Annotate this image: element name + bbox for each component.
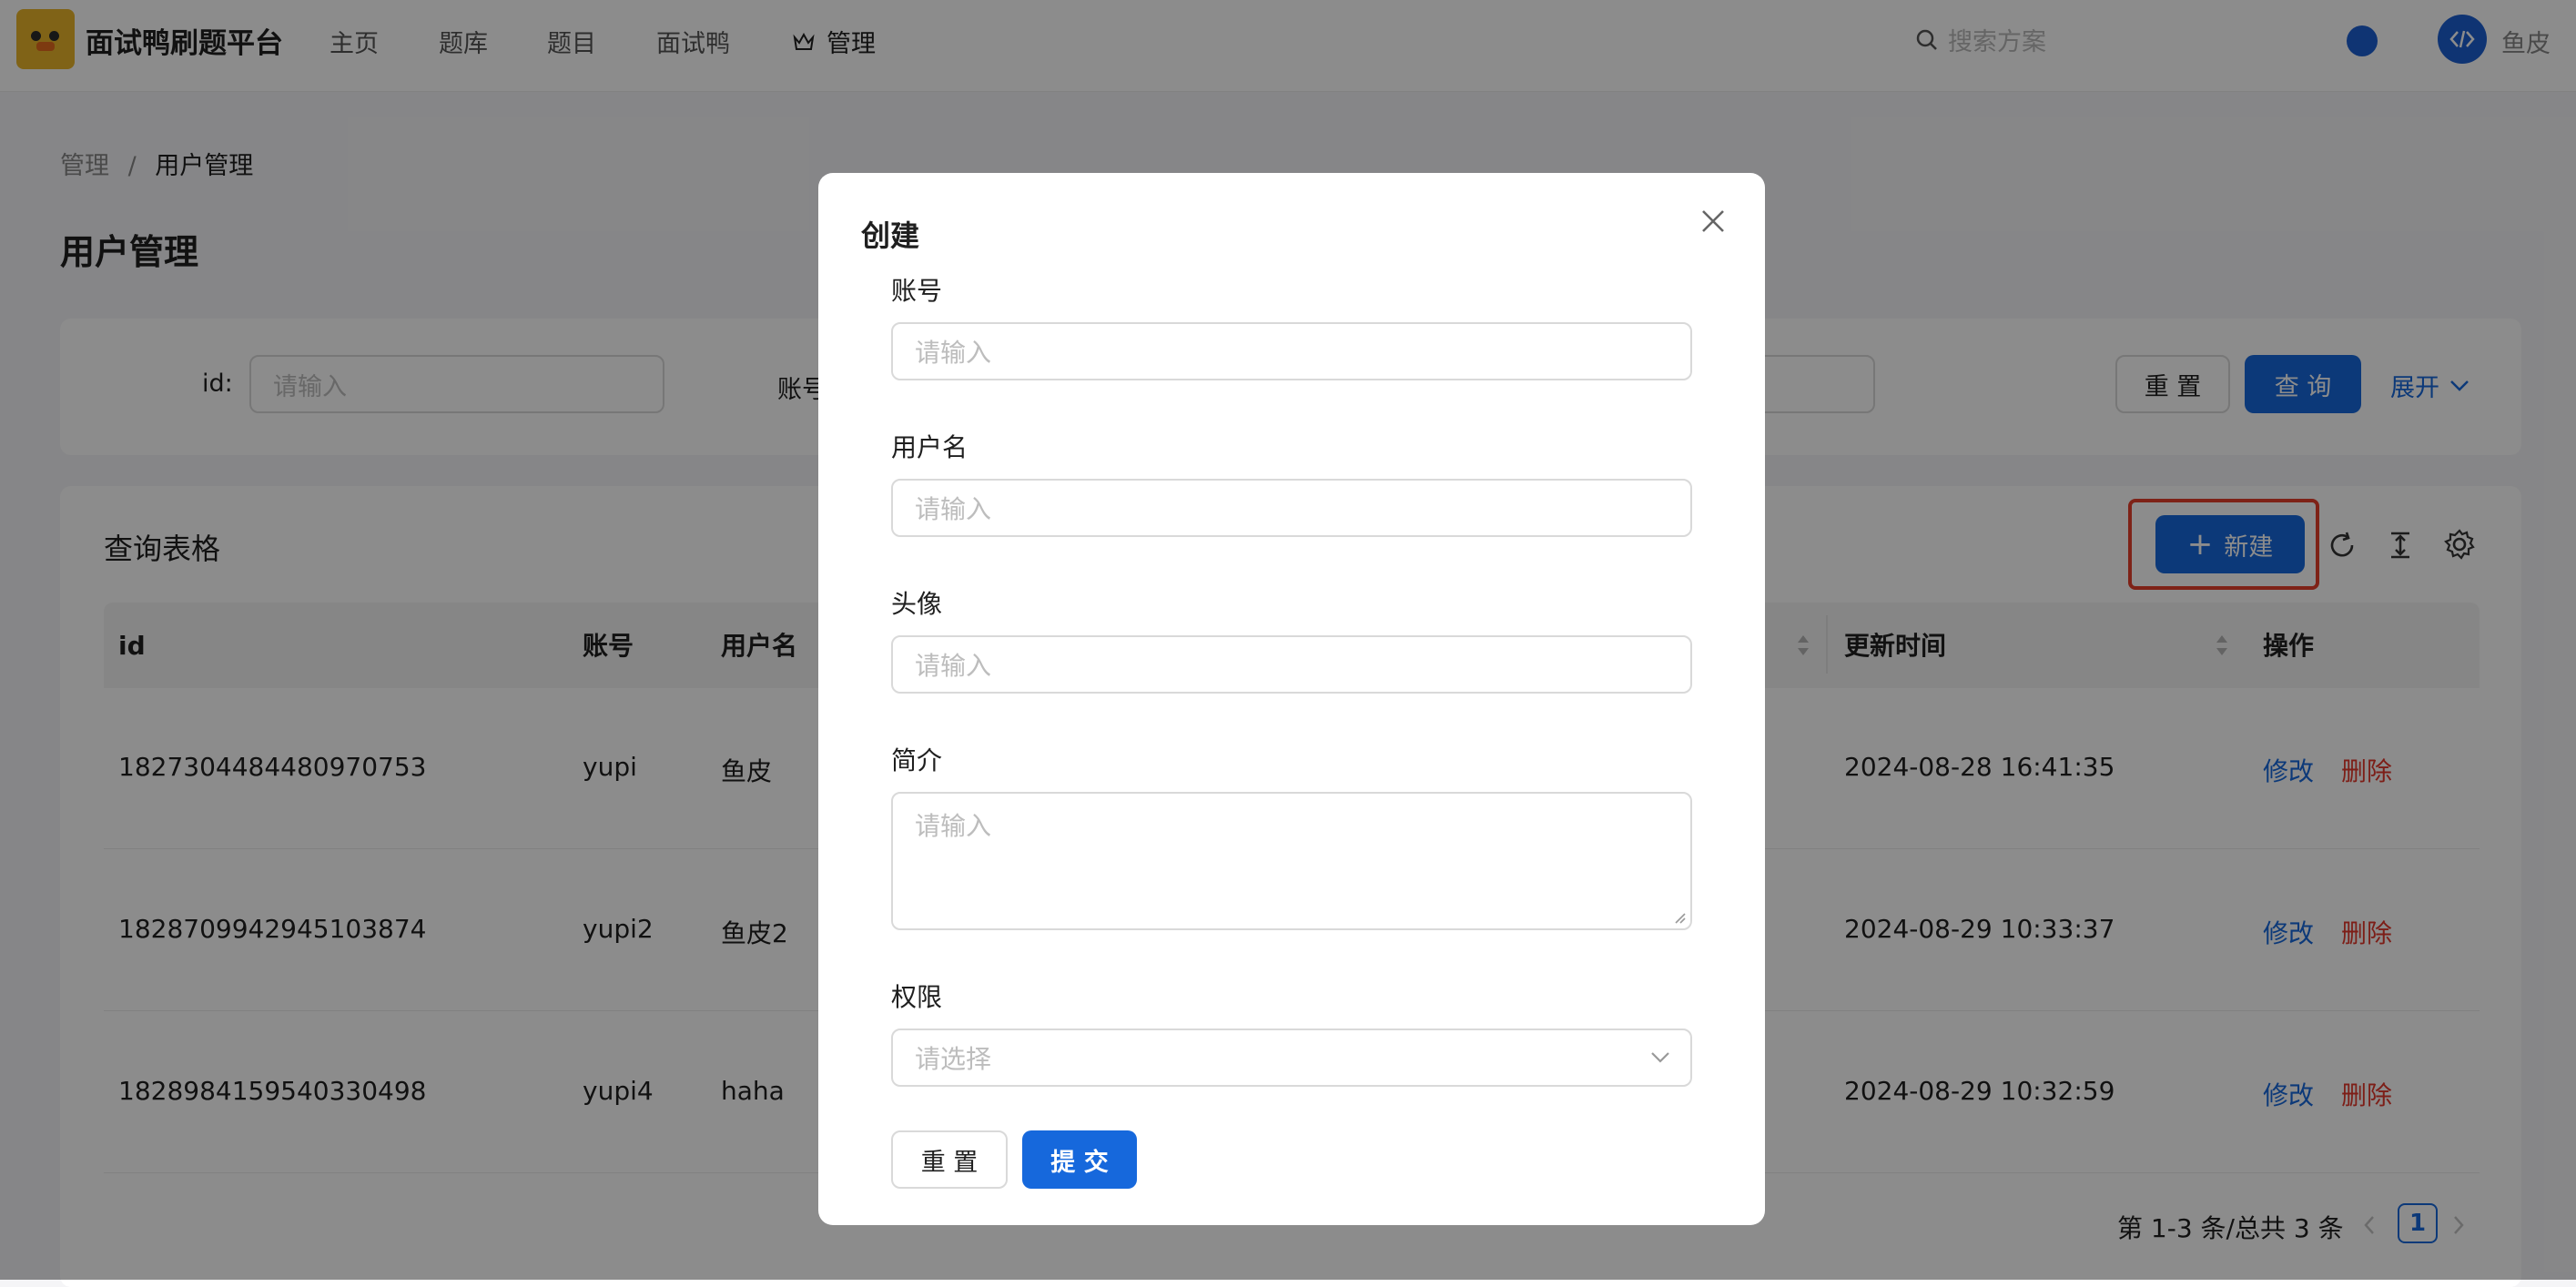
close-icon[interactable] — [1699, 206, 1728, 242]
chevron-down-icon — [1651, 1052, 1669, 1063]
modal-role-label: 权限 — [891, 982, 943, 1012]
modal-avatar-label: 头像 — [891, 589, 943, 619]
modal-avatar-input[interactable]: 请输入 — [891, 635, 1692, 694]
modal-submit-button[interactable]: 提 交 — [1022, 1130, 1137, 1189]
modal-reset-button[interactable]: 重 置 — [891, 1130, 1008, 1189]
modal-role-select[interactable]: 请选择 — [891, 1029, 1692, 1087]
modal-username-label: 用户名 — [891, 432, 969, 462]
modal-account-placeholder: 请输入 — [915, 338, 992, 368]
modal-username-input[interactable]: 请输入 — [891, 479, 1692, 537]
modal-username-placeholder: 请输入 — [915, 494, 992, 524]
resize-handle-icon[interactable] — [1672, 910, 1687, 925]
modal-profile-textarea[interactable]: 请输入 — [891, 792, 1692, 930]
modal-avatar-placeholder: 请输入 — [915, 651, 992, 681]
modal-profile-placeholder: 请输入 — [915, 811, 992, 841]
modal-account-label: 账号 — [891, 276, 943, 306]
modal-role-placeholder: 请选择 — [915, 1044, 992, 1074]
modal-title: 创建 — [861, 218, 920, 253]
modal-account-input[interactable]: 请输入 — [891, 322, 1692, 380]
modal-profile-label: 简介 — [891, 745, 943, 775]
